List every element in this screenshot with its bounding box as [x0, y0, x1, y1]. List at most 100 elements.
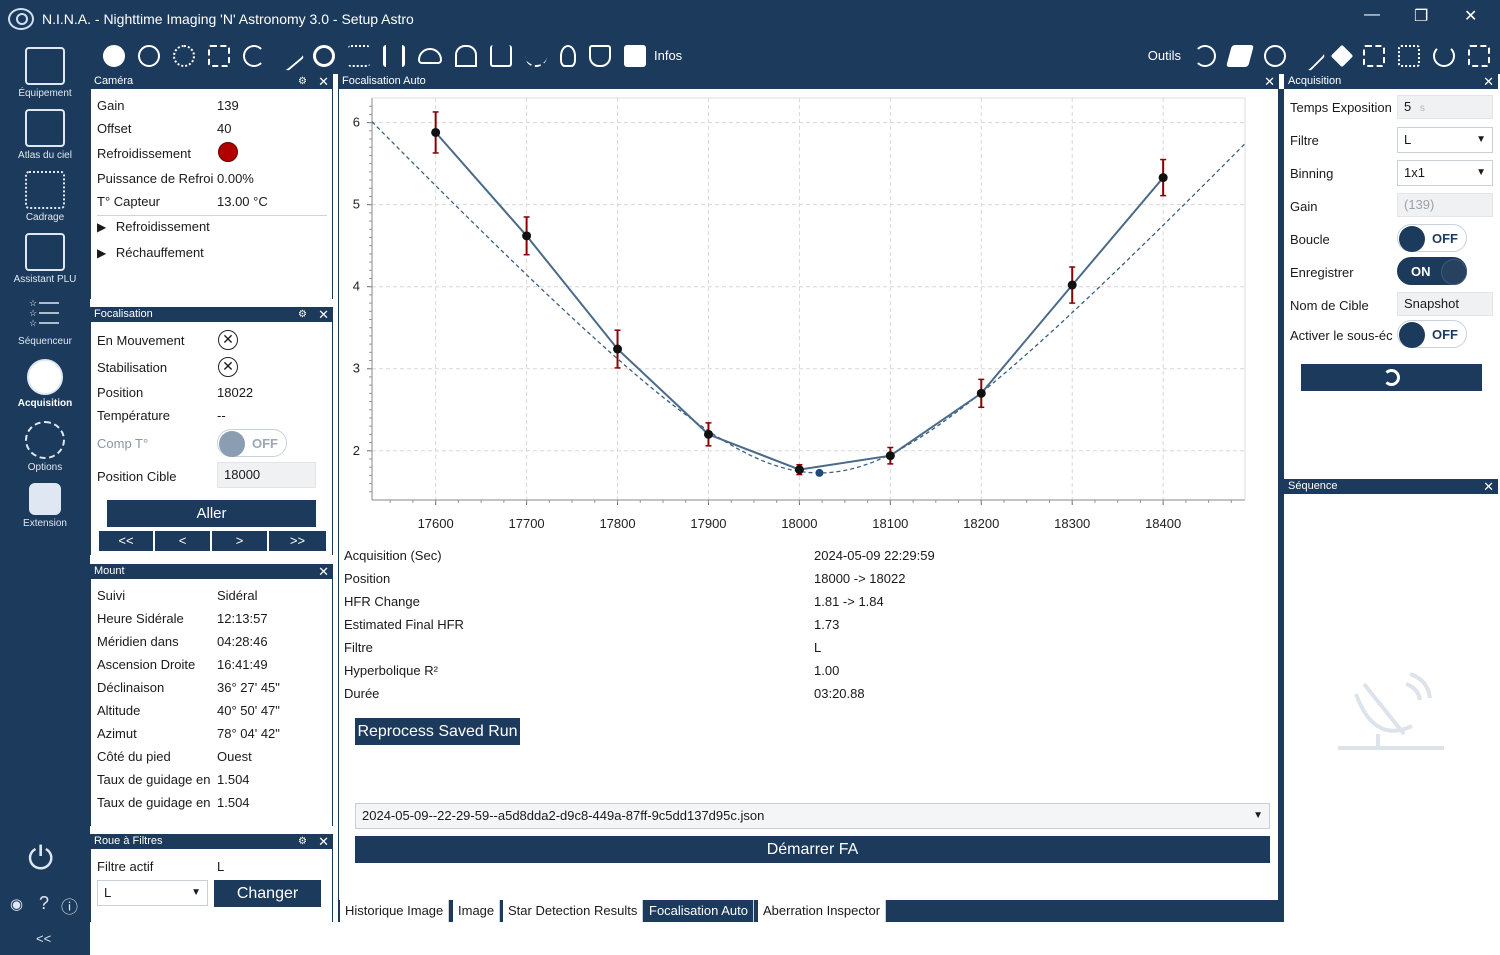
histogram-icon[interactable]: [490, 44, 512, 67]
close-icon[interactable]: ✕: [1483, 74, 1494, 89]
pencil-icon[interactable]: [1294, 39, 1326, 72]
y-tick-label: 5: [353, 197, 360, 212]
focuser-position-value: 18022: [217, 385, 254, 400]
star-grid-icon[interactable]: [1398, 44, 1420, 67]
tab-aberration-inspector[interactable]: Aberration Inspector: [758, 900, 887, 922]
start-autofocus-button[interactable]: Démarrer FA: [355, 836, 1270, 863]
loop-toggle[interactable]: OFF: [1397, 224, 1467, 252]
autofocus-panel-header: Focalisation Auto ✕: [338, 74, 1279, 89]
not-moving-icon: ✕: [218, 330, 238, 350]
mount-row-value: Ouest: [217, 749, 252, 764]
temp-comp-toggle[interactable]: OFF: [217, 429, 287, 457]
nav-flat-wizard[interactable]: Assistant PLU: [0, 233, 90, 285]
close-icon[interactable]: ✕: [318, 307, 329, 322]
nav-imaging[interactable]: Acquisition: [0, 359, 90, 409]
tab-star-detection[interactable]: Star Detection Results: [503, 900, 644, 922]
move-far-right-button[interactable]: >>: [269, 531, 326, 551]
mount-row-value: 78° 04' 42": [217, 726, 280, 741]
move-far-left-button[interactable]: <<: [99, 531, 153, 551]
rotator-icon[interactable]: [243, 44, 265, 67]
nav-sky-atlas[interactable]: Atlas du ciel: [0, 109, 90, 161]
puzzle-plugin-icon[interactable]: [624, 44, 646, 67]
platesolve-icon[interactable]: [1468, 44, 1490, 67]
saved-run-select[interactable]: 2024-05-09--22-29-59--a5d8dda2-d9c8-449a…: [355, 803, 1270, 829]
sliders-icon[interactable]: [383, 44, 405, 67]
camera-sensor-temp-label: T° Capteur: [97, 194, 161, 209]
magnifier-icon[interactable]: [1264, 44, 1286, 67]
imaging-filter-select[interactable]: L ▼: [1397, 127, 1493, 153]
exposure-input[interactable]: 5 s: [1397, 95, 1493, 119]
close-button[interactable]: ✕: [1464, 6, 1477, 26]
gear-icon[interactable]: ⚙: [298, 307, 307, 322]
close-icon[interactable]: ✕: [318, 74, 329, 89]
star-icon[interactable]: [1330, 44, 1354, 67]
autofocus-af-icon[interactable]: [1363, 44, 1385, 67]
not-settling-icon: ✕: [218, 357, 238, 377]
warming-expander[interactable]: ▶ Réchauffement: [97, 245, 204, 260]
move-right-button[interactable]: >: [212, 531, 267, 551]
data-point: [431, 127, 441, 137]
gain-input[interactable]: (139): [1397, 193, 1493, 217]
filter-select[interactable]: L ▼: [97, 880, 208, 906]
camera-panel-header: Caméra ⚙ ✕: [90, 74, 333, 89]
focus-target-icon[interactable]: [208, 44, 230, 67]
guider-icon[interactable]: [313, 44, 335, 67]
change-filter-button[interactable]: Changer: [214, 880, 321, 907]
capture-snapshot-button[interactable]: [1301, 364, 1482, 391]
gain-label: Gain: [1290, 199, 1318, 214]
help-icon[interactable]: ?: [39, 893, 49, 914]
filter-wheel-icon[interactable]: [173, 44, 195, 67]
close-icon[interactable]: ✕: [1483, 479, 1494, 494]
hfr-graph-icon[interactable]: [525, 45, 547, 67]
save-toggle[interactable]: ON: [1397, 257, 1467, 285]
outils-label[interactable]: Outils: [1148, 48, 1181, 63]
collapse-sidebar-button[interactable]: <<: [36, 931, 51, 946]
nav-sequencer[interactable]: ☆ ☆ ☆ Séquenceur: [0, 295, 90, 347]
lightbulb-icon[interactable]: [560, 44, 576, 67]
shutter-icon[interactable]: [138, 44, 160, 67]
minimize-button[interactable]: —: [1364, 6, 1380, 24]
nav-options[interactable]: Options: [0, 421, 90, 473]
tab-autofocus[interactable]: Focalisation Auto: [644, 900, 755, 922]
target-name-input[interactable]: Snapshot: [1397, 292, 1493, 316]
weather-cloud-icon[interactable]: [418, 47, 442, 64]
gear-icon[interactable]: ⚙: [298, 834, 307, 849]
restore-button[interactable]: ❐: [1414, 6, 1428, 26]
dome-icon[interactable]: [455, 44, 477, 67]
power-icon[interactable]: ⏻: [28, 840, 53, 878]
gear-icon[interactable]: ⚙: [298, 74, 307, 89]
move-left-button[interactable]: <: [155, 531, 210, 551]
subsample-toggle[interactable]: OFF: [1397, 320, 1467, 348]
nav-equipment[interactable]: Équipement: [0, 47, 90, 99]
x-tick-label: 17700: [509, 516, 545, 531]
cooling-expander[interactable]: ▶ Refroidissement: [97, 219, 210, 234]
reprocess-saved-run-button[interactable]: Reprocess Saved Run: [355, 718, 520, 745]
flat-panel-icon[interactable]: [1226, 44, 1254, 67]
shutter-icon: [1383, 369, 1400, 386]
info-icon[interactable]: ⓘ: [61, 893, 78, 918]
mount-row-value: 12:13:57: [217, 611, 268, 626]
camera-cooler-power-value: 0.00%: [217, 171, 254, 186]
sequence-list-icon[interactable]: [348, 44, 370, 67]
tab-image[interactable]: Image: [453, 900, 501, 922]
infos-label[interactable]: Infos: [654, 48, 682, 63]
camera-sensor-temp-value: 13.00 °C: [217, 194, 268, 209]
close-icon[interactable]: ✕: [318, 564, 329, 579]
eye-icon[interactable]: ◉: [10, 895, 23, 913]
nav-framing[interactable]: Cadrage: [0, 171, 90, 223]
refresh-arrow-icon[interactable]: [1194, 44, 1216, 67]
close-icon[interactable]: ✕: [318, 834, 329, 849]
tab-image-history[interactable]: Historique Image: [340, 900, 450, 922]
safety-shield-icon[interactable]: [589, 44, 611, 67]
goto-position-button[interactable]: Aller: [107, 500, 316, 527]
camera-panel-icon[interactable]: [103, 44, 125, 67]
nav-extension[interactable]: Extension: [0, 483, 90, 529]
y-tick-label: 3: [353, 361, 360, 376]
binning-label: Binning: [1290, 166, 1334, 181]
chevron-down-icon: ▼: [1253, 810, 1263, 821]
telescope-icon[interactable]: [273, 40, 305, 71]
close-icon[interactable]: ✕: [1264, 74, 1275, 89]
target-position-input[interactable]: 18000: [217, 462, 316, 488]
binning-select[interactable]: 1x1 ▼: [1397, 160, 1493, 186]
history-icon[interactable]: [1433, 44, 1455, 67]
